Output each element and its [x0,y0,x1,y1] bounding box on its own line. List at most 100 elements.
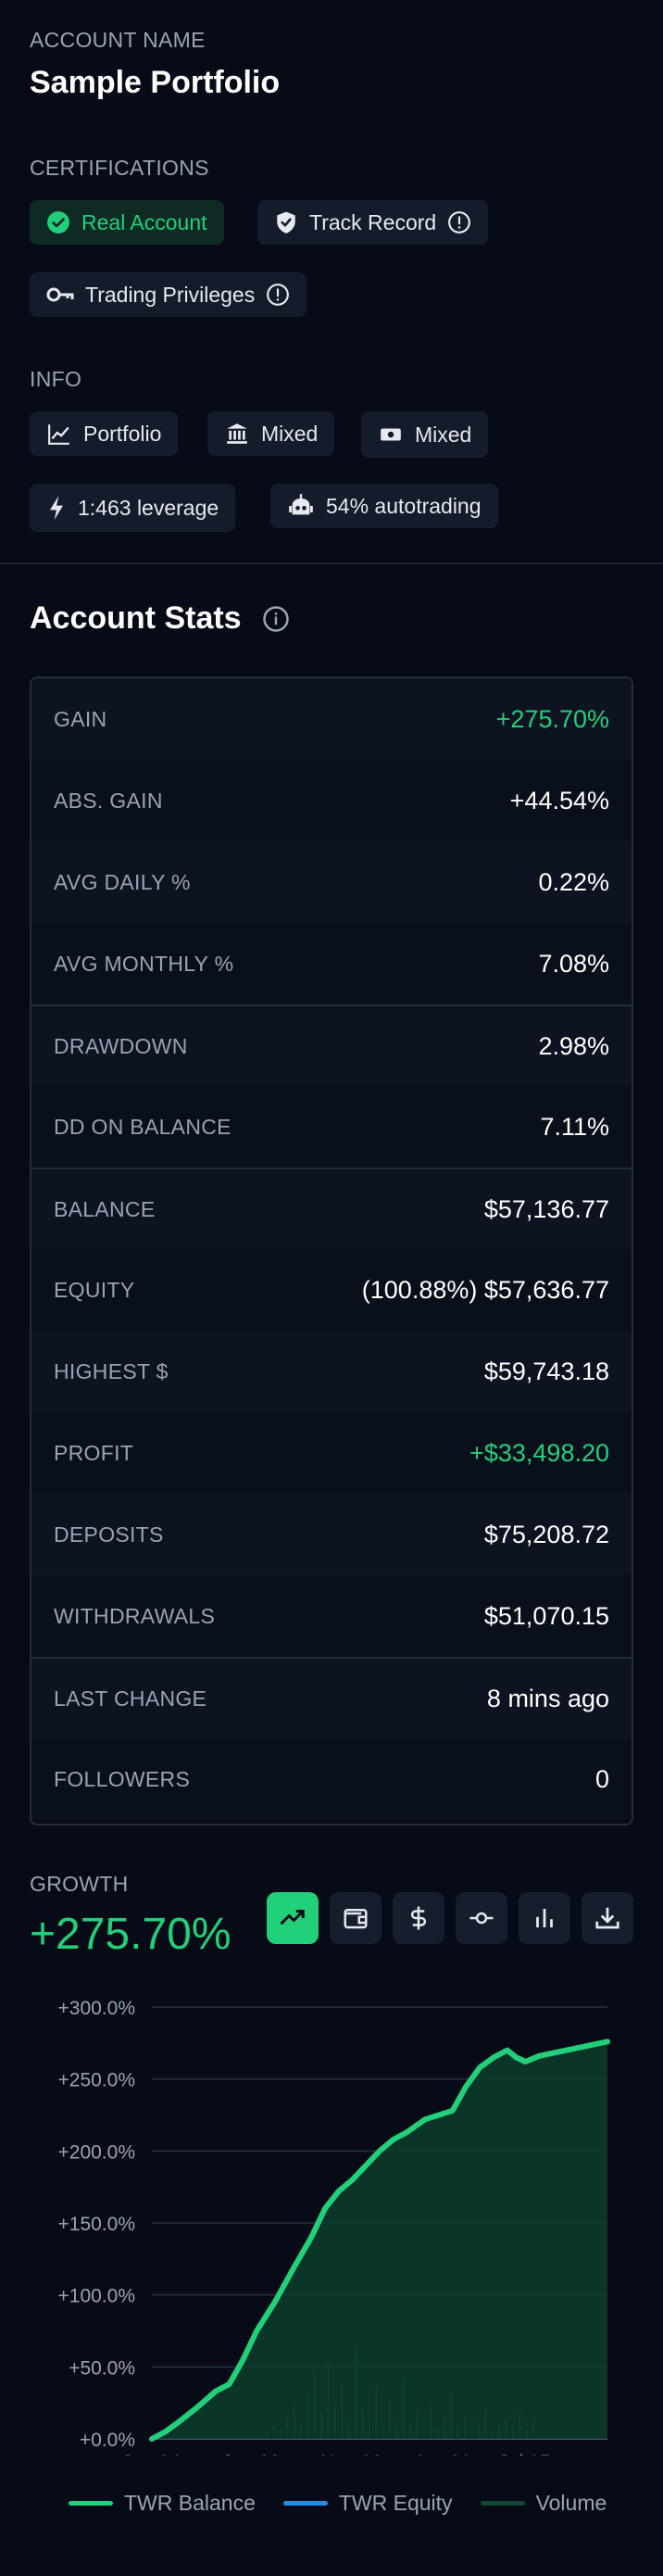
info-autotrading-label: 54% autotrading [326,493,482,518]
stat-key: GAIN [54,706,107,731]
banknote-icon [381,428,401,441]
bar-chart-button[interactable] [519,1892,570,1944]
certifications-label: CERTIFICATIONS [30,156,209,180]
y-tick-label: +150.0% [58,2214,136,2235]
account-name: Sample Portfolio [30,65,281,100]
stat-row-avg-monthly: AVG MONTHLY % 7.08% [31,923,632,1004]
stat-value: +44.54% [509,786,609,814]
info-alert-icon[interactable] [266,283,290,307]
cert-track-record-label: Track Record [309,209,437,234]
stat-value: 0.22% [538,867,609,896]
info-label: INFO [30,367,82,391]
account-stats-title: Account Stats [30,600,290,637]
account-name-label: ACCOUNT NAME [30,28,206,52]
info-leverage-label: 1:463 leverage [78,495,219,520]
stat-row-profit: PROFIT +$33,498.20 [31,1412,632,1494]
stat-key: AVG MONTHLY % [54,951,234,976]
cert-trading-privileges-label: Trading Privileges [85,282,256,307]
info-autotrading: 54% autotrading [270,484,498,528]
x-tick-label: Nov 06 [320,2452,382,2456]
stat-key: DRAWDOWN [54,1033,188,1058]
info-alert-icon[interactable] [447,210,471,234]
stat-value: 7.11% [540,1112,609,1141]
x-tick-label: Jul 15 [498,2452,550,2456]
cert-real-account-label: Real Account [81,209,207,234]
info-icon[interactable] [262,605,290,633]
stat-row-avg-daily: AVG DAILY % 0.22% [31,841,632,923]
stat-row-highest: HIGHEST $ $59,743.18 [31,1331,632,1412]
stat-key: FOLLOWERS [54,1766,191,1791]
stat-row-balance: BALANCE $57,136.77 [31,1168,632,1249]
legend-twr-equity[interactable]: TWR Equity [282,2491,453,2516]
twr-balance-area [152,2041,607,2439]
stat-value: $75,208.72 [483,1520,609,1548]
stat-value: 2.98% [538,1031,609,1060]
legend-label: TWR Balance [124,2491,256,2515]
legend-label: TWR Equity [338,2491,453,2515]
stat-key: ABS. GAIN [54,788,163,813]
growth-chart-button[interactable] [267,1892,319,1944]
key-icon [46,287,74,302]
stat-value: 8 mins ago [486,1684,609,1712]
y-tick-label: +100.0% [58,2286,136,2307]
stat-value: $57,136.77 [483,1194,609,1223]
shield-check-icon [277,211,295,234]
stat-value: 0 [594,1764,609,1793]
stat-key: EQUITY [54,1277,135,1302]
stat-row-withdrawals: WITHDRAWALS $51,070.15 [31,1575,632,1657]
stat-key: LAST CHANGE [54,1686,207,1711]
cert-track-record[interactable]: Track Record [257,200,489,245]
cert-real-account[interactable]: Real Account [30,200,224,245]
stat-value: $51,070.15 [483,1601,609,1630]
stat-key: AVG DAILY % [54,869,191,894]
stat-key: HIGHEST $ [54,1358,169,1383]
balance-chart-button[interactable] [330,1892,382,1944]
growth-value: +275.70% [30,1910,231,1959]
wallet-icon [344,1909,368,1929]
download-icon [595,1907,619,1929]
growth-label: GROWTH [30,1872,129,1896]
stat-row-dd-on-balance: DD ON BALANCE 7.11% [31,1086,632,1168]
y-tick-label: +300.0% [58,1998,136,2019]
legend-twr-balance[interactable]: TWR Balance [69,2491,256,2516]
section-divider [0,562,663,564]
stat-row-deposits: DEPOSITS $75,208.72 [31,1494,632,1575]
stat-value: 7.08% [538,949,609,978]
dollar-icon [410,1906,427,1930]
legend-swatch [480,2501,525,2506]
trend-icon [280,1910,305,1926]
line-chart-icon [48,424,69,445]
chart-legend: TWR Balance TWR Equity Volume [69,2491,634,2516]
x-tick-label: Jun 23 [222,2452,281,2456]
stat-value: +$33,498.20 [469,1438,609,1467]
info-leverage: 1:463 leverage [30,484,236,532]
stat-row-gain: GAIN +275.70% [31,678,632,760]
stat-key: WITHDRAWALS [54,1603,216,1628]
stat-key: PROFIT [54,1440,134,1465]
y-tick-label: +200.0% [58,2141,136,2163]
download-button[interactable] [582,1892,633,1944]
x-tick-label: Apr 21 [414,2452,471,2456]
stat-row-last-change: LAST CHANGE 8 mins ago [31,1657,632,1738]
info-mixed-cash: Mixed [361,411,489,458]
stat-key: DD ON BALANCE [54,1114,231,1139]
legend-swatch [69,2501,113,2506]
stat-value: $59,743.18 [483,1357,609,1385]
stat-row-followers: FOLLOWERS 0 [31,1738,632,1820]
info-portfolio-label: Portfolio [83,421,162,446]
bank-icon [227,423,247,444]
profit-chart-button[interactable] [393,1892,444,1944]
cert-trading-privileges[interactable]: Trading Privileges [30,272,307,317]
growth-chart: +0.0% +50.0% +100.0% +150.0% +200.0% +250.0% +… [58,1998,610,2456]
info-mixed-bank-label: Mixed [261,421,319,446]
robot-icon [289,494,313,515]
stat-row-equity: EQUITY (100.88%) $57,636.77 [31,1249,632,1331]
legend-volume[interactable]: Volume [480,2491,607,2516]
legend-swatch [282,2501,328,2506]
drawdown-chart-button[interactable] [456,1892,507,1944]
y-tick-label: +250.0% [58,2070,136,2091]
stat-value: +275.70% [495,704,609,733]
legend-label: Volume [535,2491,607,2515]
account-stats-table: GAIN +275.70% ABS. GAIN +44.54% AVG DAILY … [30,676,633,1825]
stat-key: DEPOSITS [54,1522,164,1547]
